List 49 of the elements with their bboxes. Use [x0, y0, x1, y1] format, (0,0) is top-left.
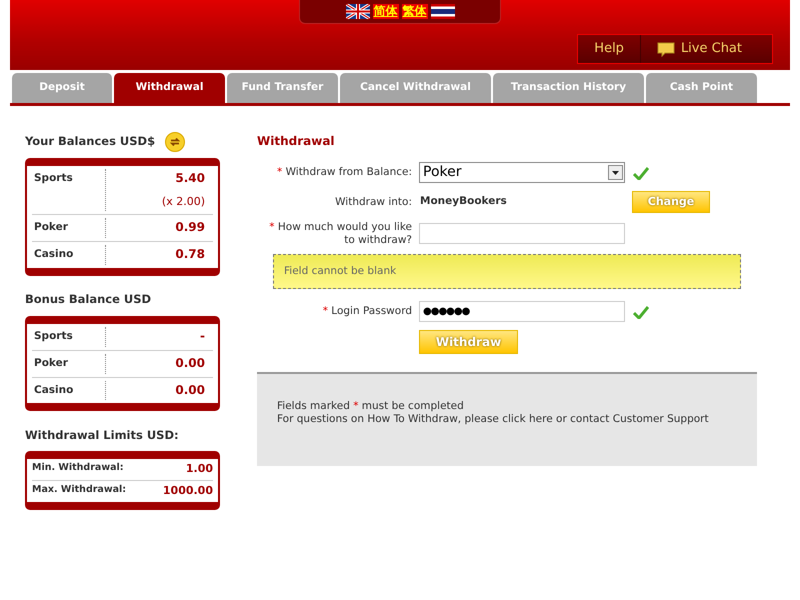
- balance-label: Poker: [32, 354, 106, 374]
- section-title: Bonus Balance USD: [25, 291, 152, 308]
- balance-label: Casino: [32, 380, 106, 400]
- help-link[interactable]: Help: [578, 35, 640, 63]
- chat-bubble-icon: [656, 42, 675, 56]
- balance-label: Casino: [32, 245, 106, 266]
- required-note: Fields marked * must be completed: [277, 400, 465, 413]
- password-field[interactable]: ●●●●●●: [419, 301, 625, 322]
- field-label: Withdraw into:: [335, 196, 412, 208]
- balance-value: 1000.00: [162, 485, 213, 498]
- caret-icon: [611, 170, 620, 176]
- error-message: Field cannot be blank: [273, 254, 741, 290]
- balance-label: Sports: [32, 327, 106, 347]
- language-link[interactable]: 繁体: [402, 4, 428, 19]
- tab[interactable]: Transaction History: [493, 73, 644, 103]
- customer-support-link[interactable]: Customer Support: [612, 412, 709, 425]
- amount-field[interactable]: [419, 223, 625, 244]
- tab[interactable]: Withdrawal: [114, 73, 225, 103]
- thai-flag-icon[interactable]: [430, 4, 454, 19]
- here-link[interactable]: here: [529, 412, 553, 425]
- balance-value: 0.00: [174, 384, 205, 398]
- section-title: Your Balances USD$: [25, 133, 156, 150]
- balance-value: 0.00: [174, 356, 205, 371]
- section-title: Withdrawal Limits USD:: [25, 426, 179, 444]
- tab[interactable]: Deposit: [12, 73, 112, 103]
- balance-value: 5.40: [174, 172, 205, 186]
- balance-label: Sports: [32, 169, 106, 212]
- balance-label: Min. Withdrawal:: [32, 461, 124, 476]
- balance-value: 0.99: [174, 221, 205, 236]
- live-chat-link[interactable]: Live Chat: [640, 35, 772, 63]
- balance-label: Max. Withdrawal:: [32, 483, 126, 498]
- select-field[interactable]: Poker: [419, 162, 625, 183]
- tab[interactable]: Fund Transfer: [227, 73, 338, 103]
- field-label: * Withdraw from Balance:: [277, 166, 412, 178]
- balance-label: Poker: [32, 218, 106, 238]
- field-label: * Login Password: [322, 305, 412, 318]
- balance-value: 1.00: [184, 463, 213, 476]
- tab[interactable]: Cash Point: [646, 73, 757, 103]
- balance-value: -: [199, 330, 205, 344]
- help-text: For questions on How To Withdraw, please click here or contact Customer Support: [277, 412, 710, 426]
- multiplier-note: (x 2.00): [160, 196, 205, 208]
- field-label: * How much would you like to withdraw?: [269, 221, 412, 246]
- form-title: Withdrawal: [257, 133, 336, 150]
- uk-flag-icon[interactable]: [346, 4, 370, 19]
- balance-value: 0.78: [174, 248, 205, 262]
- payment-method: MoneyBookers: [419, 194, 508, 210]
- language-link[interactable]: 简体: [372, 4, 398, 19]
- refresh-icon[interactable]: [165, 132, 186, 152]
- tab[interactable]: Cancel Withdrawal: [340, 73, 491, 103]
